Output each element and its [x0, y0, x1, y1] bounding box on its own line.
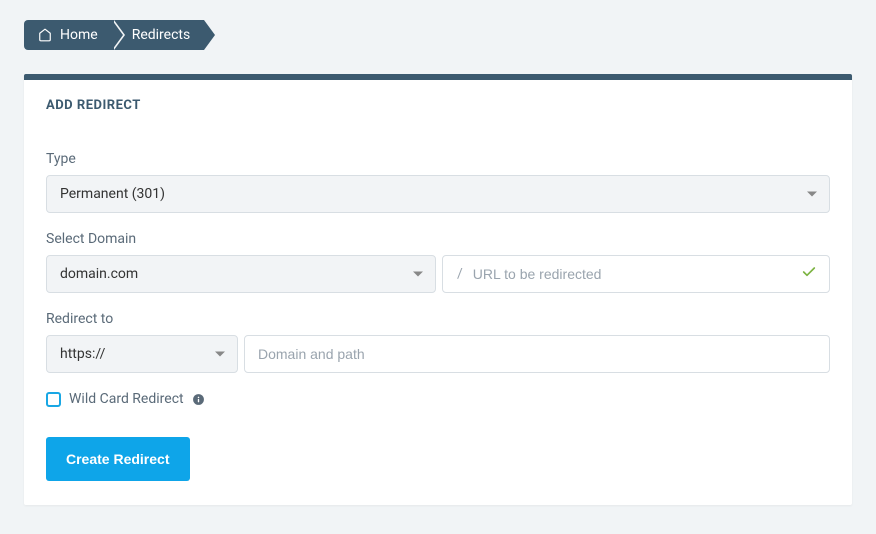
form-group-redirect-to: Redirect to https://	[46, 311, 830, 373]
type-selected-value: Permanent (301)	[60, 186, 165, 202]
card-add-redirect: ADD REDIRECT Type Permanent (301) Select…	[24, 74, 852, 505]
breadcrumb: Home Redirects	[24, 20, 852, 50]
breadcrumb-redirects[interactable]: Redirects	[112, 20, 205, 50]
breadcrumb-home-label: Home	[60, 27, 98, 43]
domain-label: Select Domain	[46, 231, 830, 247]
form-group-type: Type Permanent (301)	[46, 151, 830, 213]
wildcard-row: Wild Card Redirect	[46, 391, 830, 407]
path-input[interactable]	[473, 256, 829, 292]
redirect-to-input[interactable]	[245, 336, 829, 372]
breadcrumb-redirects-label: Redirects	[132, 27, 191, 43]
redirect-to-label: Redirect to	[46, 311, 830, 327]
path-prefix: /	[443, 266, 473, 282]
wildcard-label: Wild Card Redirect	[69, 391, 184, 407]
home-icon	[38, 28, 52, 42]
chevron-down-icon	[413, 272, 423, 277]
info-icon[interactable]	[192, 393, 205, 406]
path-input-group: /	[442, 255, 830, 293]
create-redirect-button[interactable]: Create Redirect	[46, 437, 190, 481]
form-group-domain: Select Domain domain.com /	[46, 231, 830, 293]
chevron-down-icon	[215, 352, 225, 357]
redirect-to-input-group	[244, 335, 830, 373]
type-select[interactable]: Permanent (301)	[46, 175, 830, 213]
protocol-selected-value: https://	[60, 346, 105, 362]
domain-select[interactable]: domain.com	[46, 255, 436, 293]
check-icon	[801, 264, 817, 284]
wildcard-checkbox[interactable]	[46, 392, 61, 407]
chevron-down-icon	[807, 192, 817, 197]
protocol-select[interactable]: https://	[46, 335, 238, 373]
domain-selected-value: domain.com	[60, 266, 138, 282]
type-label: Type	[46, 151, 830, 167]
card-title: ADD REDIRECT	[46, 98, 830, 113]
breadcrumb-home[interactable]: Home	[24, 20, 112, 50]
